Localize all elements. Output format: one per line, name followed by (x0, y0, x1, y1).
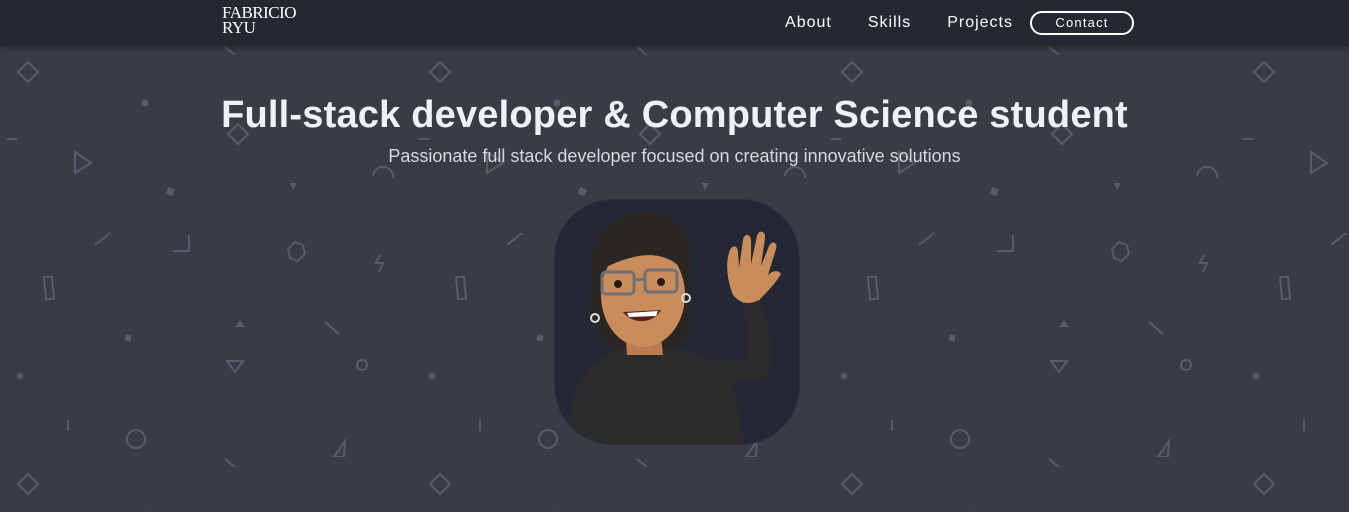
page: FABRICIO RYU About Skills Projects Conta… (0, 0, 1349, 512)
nav-link-about[interactable]: About (785, 14, 832, 32)
avatar-frame (555, 200, 799, 444)
memoji-waving-avatar-icon (569, 211, 781, 444)
hero-title: Full-stack developer & Computer Science … (221, 94, 1128, 136)
hero-subtitle: Passionate full stack developer focused … (388, 146, 961, 166)
logo-line-2: RYU (222, 18, 256, 37)
brand-logo[interactable]: FABRICIO RYU (222, 4, 314, 41)
contact-button[interactable]: Contact (1030, 10, 1134, 35)
nav-link-skills[interactable]: Skills (868, 14, 911, 32)
nav-links: About Skills Projects Contact (785, 10, 1134, 35)
nav-link-projects[interactable]: Projects (947, 14, 1013, 32)
top-navbar: FABRICIO RYU About Skills Projects Conta… (0, 0, 1349, 46)
